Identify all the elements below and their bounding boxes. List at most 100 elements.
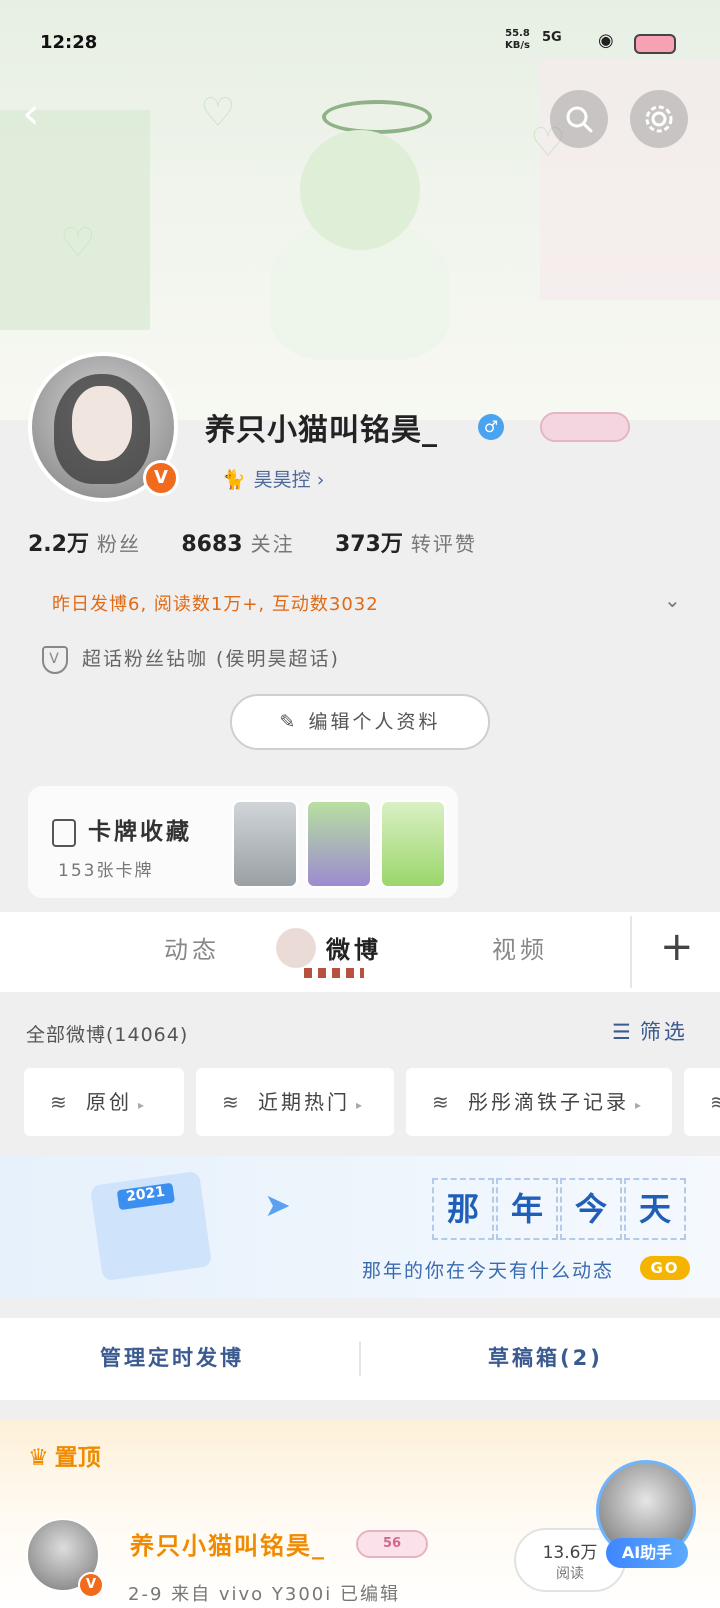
profile-username: 养只小猫叫铭昊_ [205,413,438,448]
tab-weibo[interactable]: 微博 [276,928,382,978]
gear-icon [645,105,673,133]
read-label: 阅读 [556,1566,584,1582]
cat-icon: 🐈 [222,469,246,491]
collected-card[interactable] [380,800,446,888]
verified-badge: V [143,460,179,496]
verified-badge: V [78,1572,104,1598]
tab-video[interactable]: 视频 [492,930,548,965]
title-char: 年 [496,1178,558,1240]
fan-club-link[interactable]: 🐈 昊昊控 › [222,465,324,492]
card-collection[interactable]: 卡牌收藏 153张卡牌 [28,786,458,898]
divider [359,1342,361,1376]
profile-stats: 2.2万 粉丝 8683 关注 373万 转评赞 [28,526,511,558]
collected-card[interactable] [306,800,372,888]
chip-label: 近期热门 [258,1090,350,1114]
triangle-right-icon: ▸ [356,1098,366,1112]
title-char: 天 [624,1178,686,1240]
level-badge: 56 [356,1530,428,1558]
scheduled-posts-button[interactable]: 管理定时发博 [100,1342,244,1372]
battery-icon [634,34,676,54]
shield-icon: V [42,645,68,674]
card-count: 153张卡牌 [58,861,154,881]
layers-icon: ≋ [222,1090,242,1114]
search-button[interactable] [550,90,608,148]
filter-label: 筛选 [639,1020,688,1044]
calendar-year: 2021 [116,1182,175,1211]
chip-label: 彤彤滴铁子记录 [468,1090,629,1114]
all-weibo-count: 全部微博(14064) [26,1024,189,1046]
net-speed: 55.8 KB/s [505,28,530,52]
wifi-icon: ◉ [598,30,614,51]
edit-profile-button[interactable]: ✎ 编辑个人资料 [230,694,490,750]
activity-summary: 昨日发博6, 阅读数1万+, 互动数3032 [52,594,379,615]
profile-tabs: 动态 微博 视频 + [0,912,720,992]
triangle-right-icon: ▸ [635,1098,645,1112]
post-meta: 2-9 来自 vivo Y300i 已编辑 [128,1584,400,1605]
pinned-label: ♛ 置顶 [28,1438,101,1472]
net-speed-unit: KB/s [505,40,530,51]
paper-plane-icon: ➤ [264,1186,291,1224]
status-bar: 12:28 55.8 KB/s 5G ◉ [0,24,720,64]
layers-icon: ≋ [710,1068,720,1136]
add-tab-button[interactable]: + [660,924,694,970]
chip-custom-record[interactable]: ≋ 彤彤滴铁子记录 ▸ [406,1068,672,1136]
chip-original[interactable]: ≋ 原创 ▸ [24,1068,184,1136]
followers-label[interactable]: 粉丝 [97,532,141,556]
angel-illustration [300,130,420,250]
post-author[interactable]: 养只小猫叫铭昊_ [130,1526,326,1561]
layers-icon: ≋ [50,1090,70,1114]
avatar-face [72,386,132,461]
that-year-today-banner[interactable]: 2021 ➤ 那年今天 那年的你在今天有什么动态 GO [0,1156,720,1298]
back-button[interactable]: ‹ [22,92,66,138]
card-collection-label: 卡牌收藏 [88,819,192,845]
ai-assistant-button[interactable]: AI助手 [606,1538,688,1568]
pinned-text: 置顶 [54,1445,101,1471]
collected-card[interactable] [232,800,298,888]
bow-decoration [304,968,364,978]
decoration-badge [540,412,630,442]
card-icon [52,818,76,847]
chip-more[interactable]: ≋ [684,1068,720,1136]
interactions-count[interactable]: 373万 [335,532,403,557]
title-char: 那 [432,1178,494,1240]
followers-count[interactable]: 2.2万 [28,532,89,557]
crown-icon: ♛ [28,1445,49,1471]
heart-icon: ♡ [200,90,236,136]
gender-male-icon: ♂ [478,414,504,440]
following-label[interactable]: 关注 [251,532,295,556]
pencil-icon: ✎ [279,711,299,733]
settings-button[interactable] [630,90,688,148]
filter-bar: 全部微博(14064) ☰筛选 ≋ 原创 ▸ ≋ 近期热门 ▸ ≋ 彤彤滴铁子记录 ▸ ≋ [0,992,720,1148]
chip-label: 原创 [86,1090,132,1114]
tab-decoration [276,928,316,968]
triangle-right-icon: ▸ [138,1098,148,1112]
card-collection-title: 卡牌收藏 [52,812,192,847]
following-count[interactable]: 8683 [181,532,242,557]
net-speed-value: 55.8 [505,28,530,39]
edit-profile-label: 编辑个人资料 [308,711,441,733]
pinned-post[interactable]: ♛ 置顶 V 养只小猫叫铭昊_ 56 2-9 来自 vivo Y300i 已编辑 … [0,1420,720,1608]
layers-icon: ≋ [432,1090,452,1114]
tab-weibo-label: 微博 [326,936,382,964]
chevron-down-icon[interactable]: ⌄ [664,588,686,612]
that-year-subtitle: 那年的你在今天有什么动态 [362,1260,615,1282]
tab-dynamic[interactable]: 动态 [164,930,220,965]
fan-club-label: 昊昊控 › [253,469,325,491]
status-time: 12:28 [40,32,98,53]
interactions-label[interactable]: 转评赞 [411,532,477,556]
filter-button[interactable]: ☰ 筛选 [612,1016,688,1046]
title-char: 今 [560,1178,622,1240]
drafts-button[interactable]: 草稿箱(2) [488,1342,603,1372]
supertopic-label: 超话粉丝钻咖 (侯明昊超话) [82,648,340,670]
signal-indicator: 5G [542,30,562,45]
filter-icon: ☰ [612,1020,634,1044]
supertopic-badge[interactable]: V 超话粉丝钻咖 (侯明昊超话) [42,644,340,674]
calendar-icon: 2021 [89,1170,213,1282]
halo-illustration [322,100,432,134]
chip-recent-hot[interactable]: ≋ 近期热门 ▸ [196,1068,394,1136]
that-year-title: 那年今天 [432,1178,688,1240]
go-button[interactable]: GO [640,1256,690,1280]
manage-row: 管理定时发博 草稿箱(2) [0,1318,720,1400]
heart-icon: ♡ [60,220,96,266]
tab-divider [630,916,632,988]
